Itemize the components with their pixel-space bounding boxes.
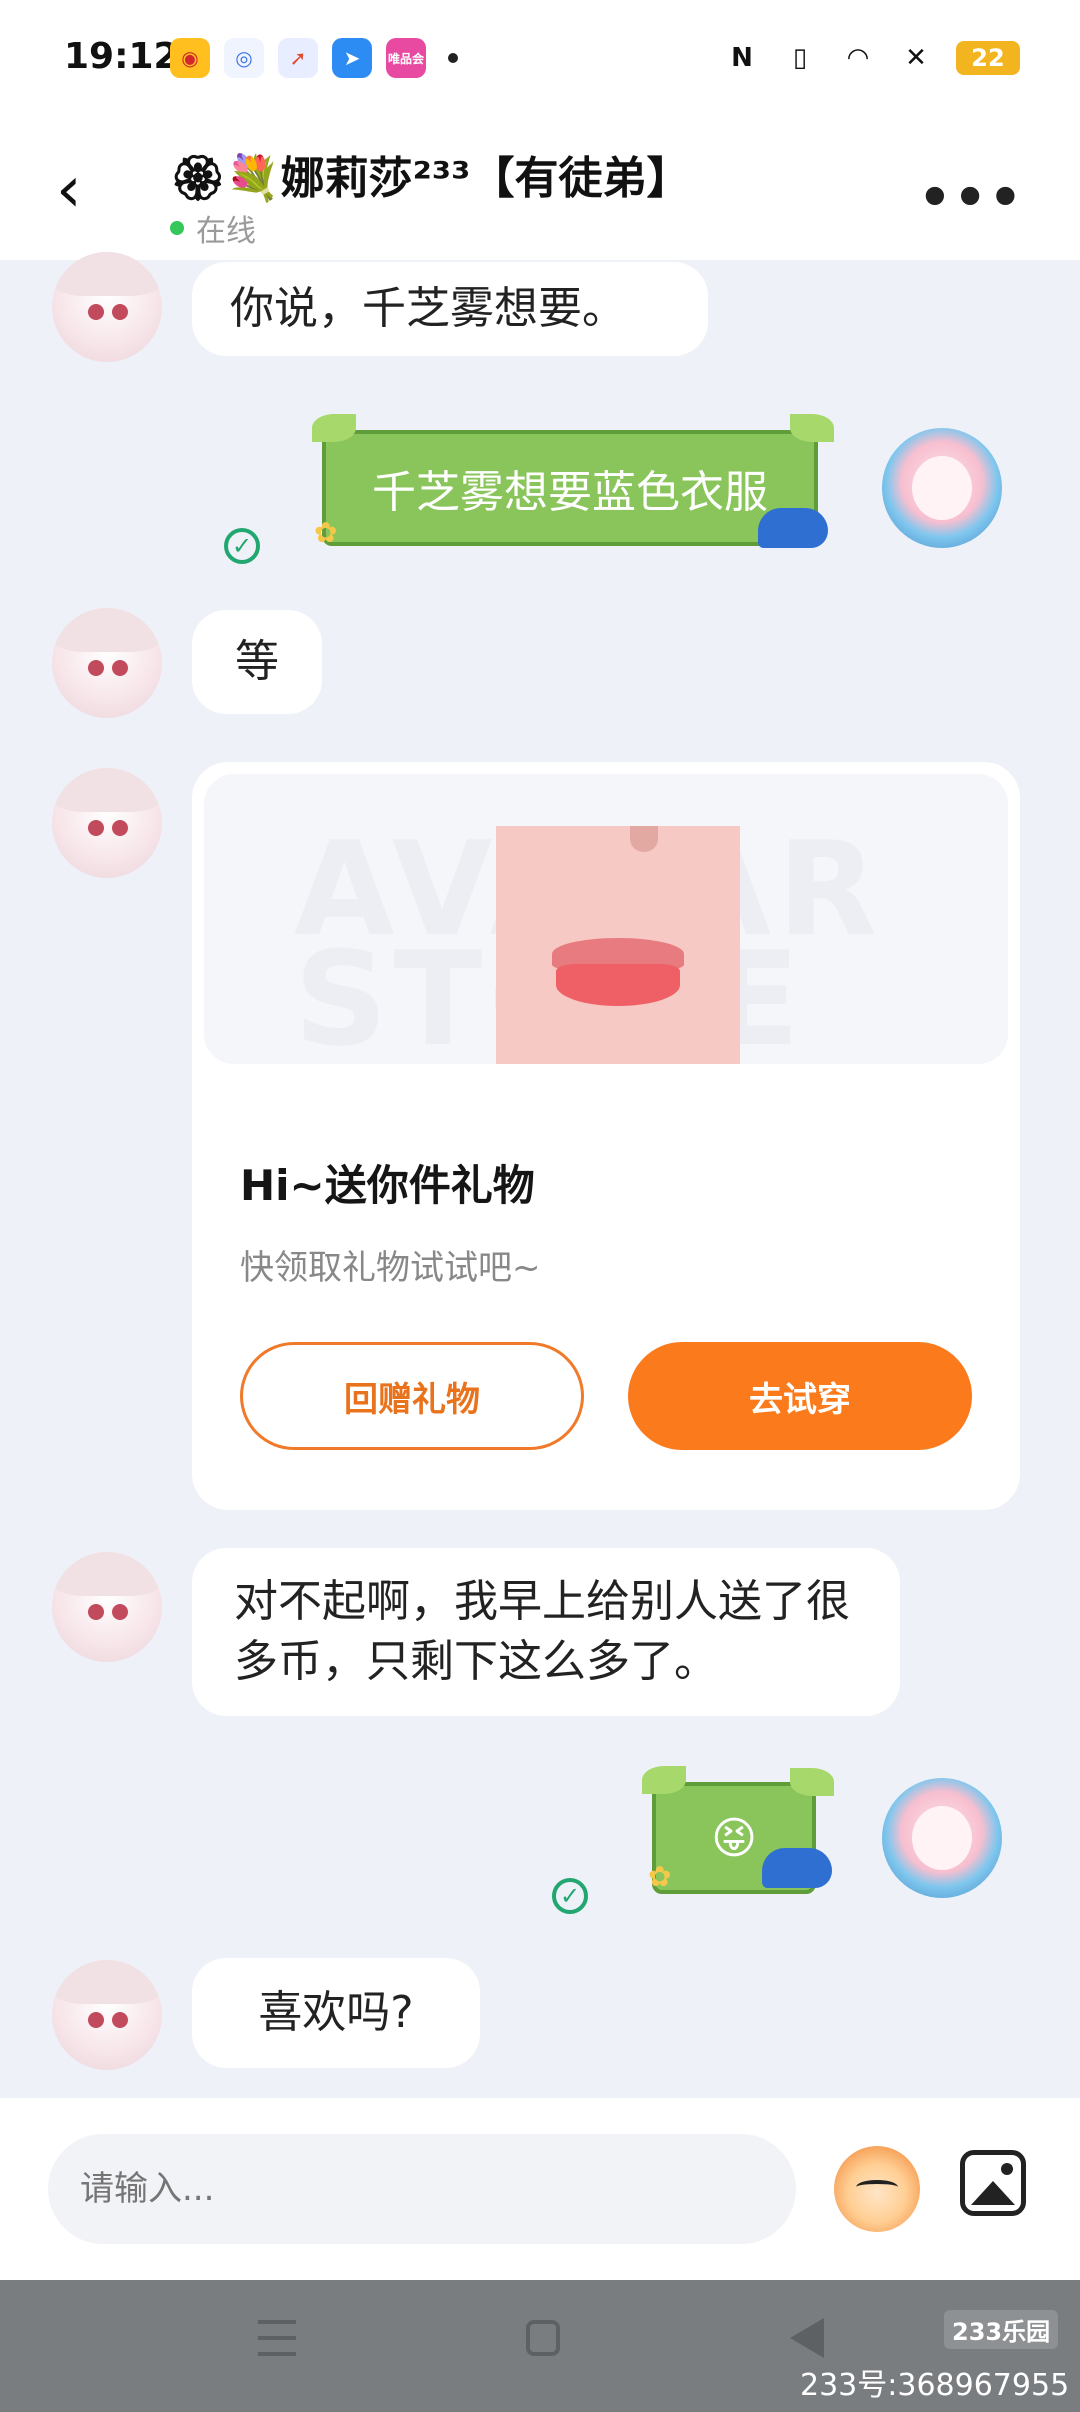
- emoji-mascot-icon[interactable]: [834, 2146, 920, 2232]
- message-text: 对不起啊，我早上给别人送了很多币，只剩下这么多了。: [234, 1576, 850, 1687]
- nfc-icon: N: [731, 43, 753, 73]
- leaf-decoration: [312, 414, 356, 442]
- online-status-label: 在线: [196, 214, 256, 249]
- flower-decoration: ✿: [314, 516, 338, 549]
- image-picker-icon[interactable]: [960, 2150, 1026, 2216]
- my-avatar[interactable]: [882, 428, 1002, 548]
- status-bar: 19:12 ◉ ◎ ➚ ➤ 唯品会 N ▯ ◠ ✕ 22: [0, 0, 1080, 120]
- chat-title: 🏵💐娜莉莎²³³【有徒弟】: [170, 153, 691, 204]
- status-time: 19:12: [64, 36, 179, 77]
- contact-avatar[interactable]: [52, 768, 162, 878]
- contact-avatar[interactable]: [52, 252, 162, 362]
- flower-decoration: ✿: [648, 1860, 672, 1893]
- gift-preview: AVATAR STORE: [204, 774, 1008, 1064]
- recent-apps-icon[interactable]: [258, 2320, 296, 2356]
- try-on-button[interactable]: 去试穿: [628, 1342, 972, 1450]
- contact-avatar[interactable]: [52, 1960, 162, 2070]
- chat-header: ‹ 🏵💐娜莉莎²³³【有徒弟】 在线 •••: [0, 120, 1080, 260]
- incoming-message: 等: [192, 610, 322, 714]
- incoming-message: 喜欢吗?: [192, 1958, 480, 2068]
- vipshop-icon: 唯品会: [386, 38, 426, 78]
- incoming-message: 你说，千芝雾想要。: [192, 262, 708, 356]
- site-watermark-logo: 233乐园: [944, 2310, 1059, 2349]
- back-triangle-icon[interactable]: [790, 2318, 824, 2358]
- more-options-icon[interactable]: •••: [918, 168, 1024, 228]
- site-watermark-id: 233号:368967955: [800, 2368, 1070, 2403]
- fish-decoration: [762, 1848, 832, 1888]
- weibo-icon: ◉: [170, 38, 210, 78]
- battery-icon: 22: [956, 41, 1020, 75]
- leaf-decoration: [642, 1766, 686, 1794]
- contact-avatar[interactable]: [52, 608, 162, 718]
- incoming-message: 对不起啊，我早上给别人送了很多币，只剩下这么多了。: [192, 1548, 900, 1716]
- leaf-decoration: [790, 414, 834, 442]
- message-text: 等: [235, 636, 279, 687]
- message-text: 你说，千芝雾想要。: [230, 283, 626, 334]
- message-text: 千芝雾想要蓝色衣服: [372, 467, 768, 518]
- read-check-icon: ✓: [224, 528, 260, 564]
- more-notifications-dot: [448, 53, 458, 63]
- gift-subtitle: 快领取礼物试试吧~: [240, 1248, 541, 1288]
- message-text: 喜欢吗?: [258, 1987, 414, 2038]
- return-gift-button[interactable]: 回赠礼物: [240, 1342, 584, 1450]
- online-dot-icon: [170, 221, 184, 235]
- gift-title: Hi~送你件礼物: [240, 1161, 535, 1210]
- notification-icons: ◉ ◎ ➚ ➤ 唯品会: [170, 38, 458, 78]
- wifi-icon: ◠: [848, 43, 868, 73]
- vibrate-icon: ▯: [792, 43, 808, 73]
- leaf-decoration: [790, 1768, 834, 1796]
- outgoing-message: 千芝雾想要蓝色衣服: [322, 430, 818, 546]
- fish-decoration: [758, 508, 828, 548]
- home-icon[interactable]: [526, 2320, 560, 2356]
- message-input[interactable]: [48, 2134, 796, 2244]
- message-emoji: 😝: [711, 1812, 757, 1864]
- no-sim-icon: ✕: [905, 43, 927, 73]
- lip-item-image: [496, 826, 740, 1064]
- back-arrow-icon[interactable]: ‹: [56, 158, 106, 222]
- my-avatar[interactable]: [882, 1778, 1002, 1898]
- app-compass-icon: ➚: [278, 38, 318, 78]
- system-icons: N ▯ ◠ ✕ 22: [724, 40, 1020, 76]
- app-eye-icon: ◎: [224, 38, 264, 78]
- app-feather-icon: ➤: [332, 38, 372, 78]
- read-check-icon: ✓: [552, 1878, 588, 1914]
- contact-avatar[interactable]: [52, 1552, 162, 1662]
- gift-card[interactable]: AVATAR STORE Hi~送你件礼物 快领取礼物试试吧~ 回赠礼物 去试穿: [192, 762, 1020, 1510]
- online-status: 在线: [170, 206, 256, 250]
- input-bar: [0, 2098, 1080, 2280]
- system-nav-bar: 233乐园 233号:368967955: [0, 2280, 1080, 2412]
